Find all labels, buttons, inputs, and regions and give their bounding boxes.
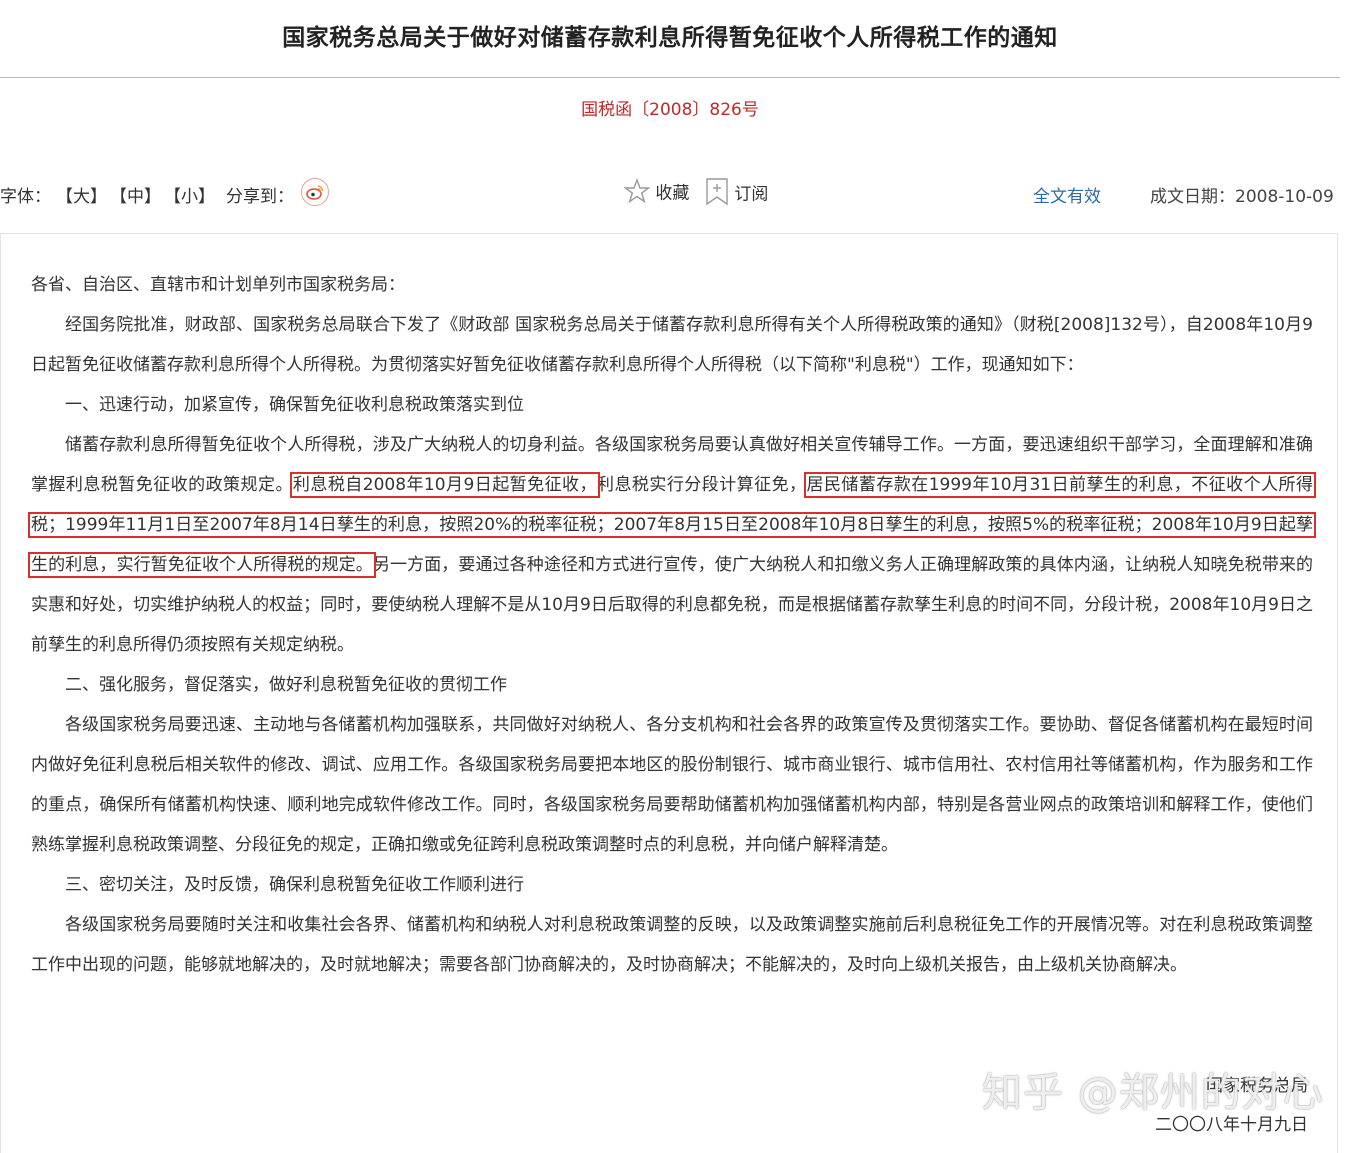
document-body: 各省、自治区、直辖市和计划单列市国家税务局： 经国务院批准，财政部、国家税务总局… [27, 265, 1317, 985]
subscribe-button[interactable]: 订阅 [705, 178, 768, 206]
font-size-label: 字体： [0, 187, 51, 207]
section-3-heading: 三、密切关注，及时反馈，确保利息税暂免征收工作顺利进行 [65, 875, 524, 895]
document-title: 国家税务总局关于做好对储蓄存款利息所得暂免征收个人所得税工作的通知 [282, 25, 1058, 51]
font-size-medium-button[interactable]: 【中】 [110, 182, 161, 207]
share-label: 分享到： [226, 187, 294, 207]
salutation: 各省、自治区、直辖市和计划单列市国家税务局： [31, 275, 405, 295]
font-size-large-button[interactable]: 【大】 [56, 182, 107, 207]
favorite-label: 收藏 [655, 183, 690, 204]
section-2-paragraph: 各级国家税务局要迅速、主动地与各储蓄机构加强联系，共同做好对纳税人、各分支机构和… [31, 715, 1313, 855]
weibo-share-button[interactable] [301, 178, 329, 206]
section-3-paragraph: 各级国家税务局要随时关注和收集社会各界、储蓄机构和纳税人对利息税政策调整的反映，… [31, 915, 1313, 975]
section-1-heading: 一、迅速行动，加紧宣传，确保暂免征收利息税政策落实到位 [65, 395, 524, 415]
validity-status-link[interactable]: 全文有效 [1033, 182, 1101, 207]
intro-paragraph: 经国务院批准，财政部、国家税务总局联合下发了《财政部 国家税务总局关于储蓄存款利… [31, 315, 1313, 375]
paragraph-text: 利息税实行分段计算征免， [596, 475, 807, 495]
font-size-small-button[interactable]: 【小】 [164, 182, 215, 207]
favorite-button[interactable]: 收藏 [623, 178, 690, 204]
weibo-icon [306, 185, 324, 200]
section-2-heading: 二、强化服务，督促落实，做好利息税暂免征收的贯彻工作 [65, 675, 507, 695]
toolbar: 字体： 【大】 【中】 【小】 分享到： 收藏 订阅 全文有效 成文日期：200… [0, 176, 1340, 210]
document-number: 国税函〔2008〕826号 [581, 100, 759, 120]
document-date: 成文日期：2008-10-09 [1150, 187, 1334, 207]
star-icon [623, 178, 651, 204]
title-divider [0, 77, 1340, 78]
section-1-paragraph: 储蓄存款利息所得暂免征收个人所得税，涉及广大纳税人的切身利益。各级国家税务局要认… [27, 425, 1317, 665]
highlighted-text: 利息税自2008年10月9日起暂免征收， [289, 472, 600, 498]
bookmark-plus-icon [706, 178, 728, 206]
watermark: 知乎 @郑州的对心 [982, 1070, 1324, 1116]
subscribe-label: 订阅 [734, 184, 769, 205]
